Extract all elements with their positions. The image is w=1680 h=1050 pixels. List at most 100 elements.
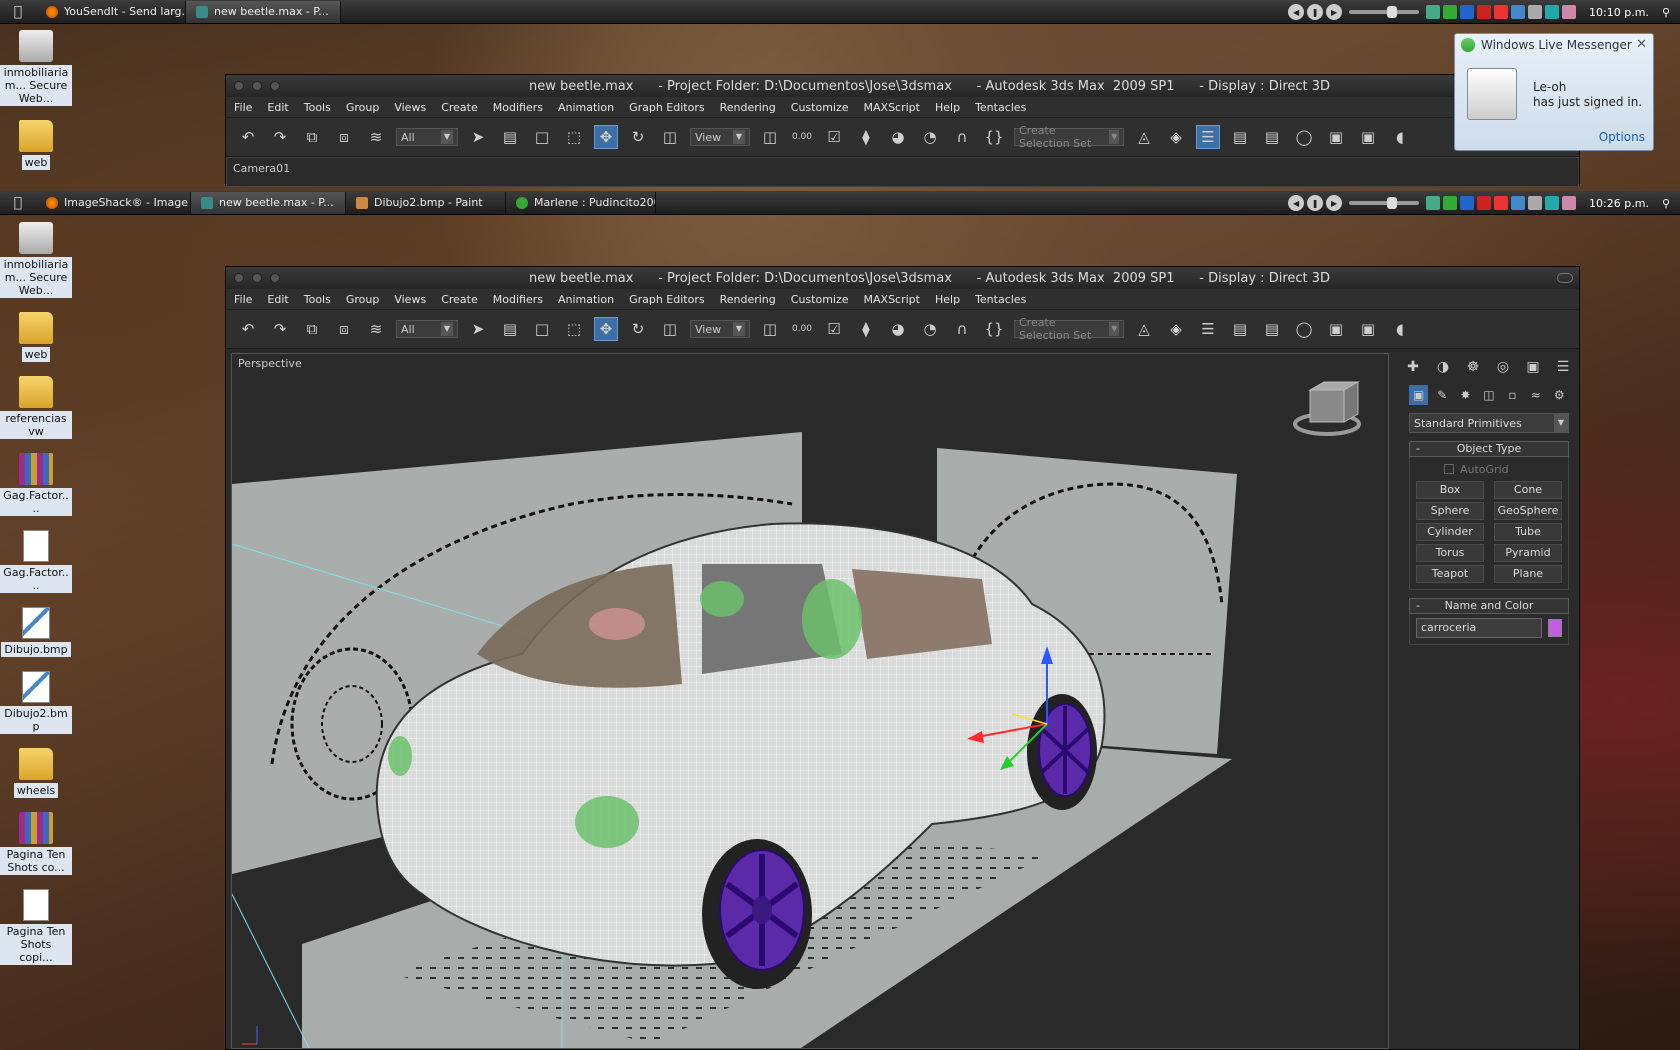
menu-rendering[interactable]: Rendering (720, 293, 776, 306)
desktop-icon[interactable]: web (0, 312, 72, 362)
object-type-rollout-header[interactable]: - Object Type (1409, 441, 1569, 457)
apple-menu-icon[interactable]:  (0, 4, 36, 20)
unlink-icon[interactable]: ⧈ (332, 317, 356, 341)
viewport-perspective[interactable]: Perspective (231, 353, 1389, 1049)
desktop-icon[interactable]: Gag.Factor.... (0, 453, 72, 516)
desktop-icon[interactable]: inmobiliariam... Secure Web... (0, 222, 72, 298)
object-name-field[interactable]: carroceria (1416, 618, 1542, 638)
undo-icon[interactable]: ↶ (236, 125, 260, 149)
menu-create[interactable]: Create (441, 101, 478, 114)
snaps-toggle-icon[interactable]: ⧫ (854, 125, 878, 149)
spinner-snap-icon[interactable]: 0.00 (790, 125, 814, 149)
tray-app-icon[interactable] (1511, 196, 1526, 210)
tray-app-icon[interactable] (1426, 5, 1441, 19)
tray-app-icon[interactable] (1477, 196, 1492, 210)
magnet-icon[interactable]: ∩ (950, 125, 974, 149)
tray-app-icon[interactable] (1460, 5, 1475, 19)
bind-spacewarp-icon[interactable]: ≋ (364, 125, 388, 149)
move-icon[interactable]: ✥ (594, 125, 618, 149)
render-setup-icon[interactable]: ▣ (1356, 317, 1380, 341)
task-button-3dsmax[interactable]: new beetle.max - P... (191, 191, 346, 214)
reference-coord-dropdown[interactable]: View ▼ (690, 320, 750, 338)
schematic-view-icon[interactable]: ◯ (1292, 317, 1316, 341)
zoom-window-icon[interactable] (270, 81, 280, 91)
primitive-category-dropdown[interactable]: Standard Primitives ▼ (1409, 413, 1569, 433)
volume-slider[interactable] (1349, 197, 1420, 209)
minimize-window-icon[interactable] (252, 81, 262, 91)
tray-app-icon[interactable] (1511, 5, 1526, 19)
pivot-center-icon[interactable]: ◫ (758, 125, 782, 149)
menu-customize[interactable]: Customize (791, 101, 849, 114)
helpers-icon[interactable]: ▫ (1503, 385, 1522, 405)
menu-file[interactable]: File (234, 293, 252, 306)
spotlight-search-icon[interactable]: ⚲ (1662, 197, 1670, 210)
task-button-imageshack[interactable]: ImageShack® - Image ... (36, 191, 191, 214)
desktop-icon[interactable]: Gag.Factor.... (0, 530, 72, 593)
window-titlebar[interactable]: new beetle.max - Project Folder: D:\Docu… (226, 75, 1579, 97)
select-by-name-icon[interactable]: ▤ (498, 125, 522, 149)
desktop-icon[interactable]: Dibujo2.bmp (0, 671, 72, 734)
curve-editor-icon[interactable]: ▤ (1260, 317, 1284, 341)
menu-views[interactable]: Views (394, 101, 426, 114)
desktop-icon[interactable]: inmobiliariam... Secure Web... (0, 30, 72, 106)
layer-manager-icon[interactable]: ☰ (1196, 125, 1220, 149)
tray-app-icon[interactable] (1426, 196, 1441, 210)
percent-snap-icon[interactable]: ◔ (918, 125, 942, 149)
sphere-button[interactable]: Sphere (1416, 502, 1484, 520)
menu-tools[interactable]: Tools (304, 293, 331, 306)
select-object-icon[interactable]: ➤ (466, 125, 490, 149)
pause-icon[interactable]: ❚ (1307, 195, 1324, 211)
volume-slider[interactable] (1349, 6, 1420, 18)
tray-app-icon[interactable] (1494, 196, 1509, 210)
menu-graph-editors[interactable]: Graph Editors (629, 101, 705, 114)
pivot-center-icon[interactable]: ◫ (758, 317, 782, 341)
rotate-icon[interactable]: ↻ (626, 125, 650, 149)
menu-help[interactable]: Help (935, 293, 960, 306)
magnet-icon[interactable]: ∩ (950, 317, 974, 341)
move-icon[interactable]: ✥ (594, 317, 618, 341)
render-frame-icon[interactable]: ◖ (1388, 125, 1412, 149)
menu-file[interactable]: File (234, 101, 252, 114)
menu-customize[interactable]: Customize (791, 293, 849, 306)
pause-icon[interactable]: ❚ (1307, 4, 1324, 20)
rect-selection-icon[interactable]: □ (530, 317, 554, 341)
reference-coord-dropdown[interactable]: View ▼ (690, 128, 750, 146)
menu-edit[interactable]: Edit (267, 101, 288, 114)
display-tab-icon[interactable]: ▣ (1523, 357, 1543, 377)
close-window-icon[interactable] (234, 81, 244, 91)
menu-create[interactable]: Create (441, 293, 478, 306)
cone-button[interactable]: Cone (1494, 481, 1562, 499)
scale-icon[interactable]: ◫ (658, 317, 682, 341)
tray-app-icon[interactable] (1443, 196, 1458, 210)
tray-app-icon[interactable] (1545, 196, 1560, 210)
angle-snap-icon[interactable]: ◕ (886, 125, 910, 149)
material-editor-icon[interactable]: ▣ (1324, 317, 1348, 341)
close-icon[interactable]: ✕ (1636, 37, 1647, 52)
autogrid-checkbox[interactable]: AutoGrid (1416, 461, 1562, 477)
menu-maxscript[interactable]: MAXScript (864, 101, 920, 114)
undo-icon[interactable]: ↶ (236, 317, 260, 341)
forward-icon[interactable]: ▶ (1326, 195, 1343, 211)
zoom-window-icon[interactable] (270, 273, 280, 283)
utilities-tab-icon[interactable]: ☰ (1553, 357, 1573, 377)
unlink-icon[interactable]: ⧈ (332, 125, 356, 149)
menu-tentacles[interactable]: Tentacles (975, 293, 1026, 306)
menu-graph-editors[interactable]: Graph Editors (629, 293, 705, 306)
geometry-icon[interactable]: ▣ (1409, 385, 1429, 405)
align-icon[interactable]: ◈ (1164, 125, 1188, 149)
tray-app-icon[interactable] (1494, 5, 1509, 19)
align-icon[interactable]: ◈ (1164, 317, 1188, 341)
edit-named-sel-icon[interactable]: ☑ (822, 125, 846, 149)
pyramid-button[interactable]: Pyramid (1494, 544, 1562, 562)
rotate-icon[interactable]: ↻ (626, 317, 650, 341)
menu-animation[interactable]: Animation (558, 293, 614, 306)
menu-animation[interactable]: Animation (558, 101, 614, 114)
menu-rendering[interactable]: Rendering (720, 101, 776, 114)
named-selection-set-dropdown[interactable]: Create Selection Set ▼ (1014, 124, 1124, 150)
mirror-icon[interactable]: ◬ (1132, 125, 1156, 149)
shapes-icon[interactable]: ✎ (1432, 385, 1451, 405)
motion-tab-icon[interactable]: ◎ (1493, 357, 1513, 377)
tray-app-icon[interactable] (1545, 5, 1560, 19)
network-icon[interactable] (1528, 196, 1543, 210)
geosphere-button[interactable]: GeoSphere (1494, 502, 1562, 520)
